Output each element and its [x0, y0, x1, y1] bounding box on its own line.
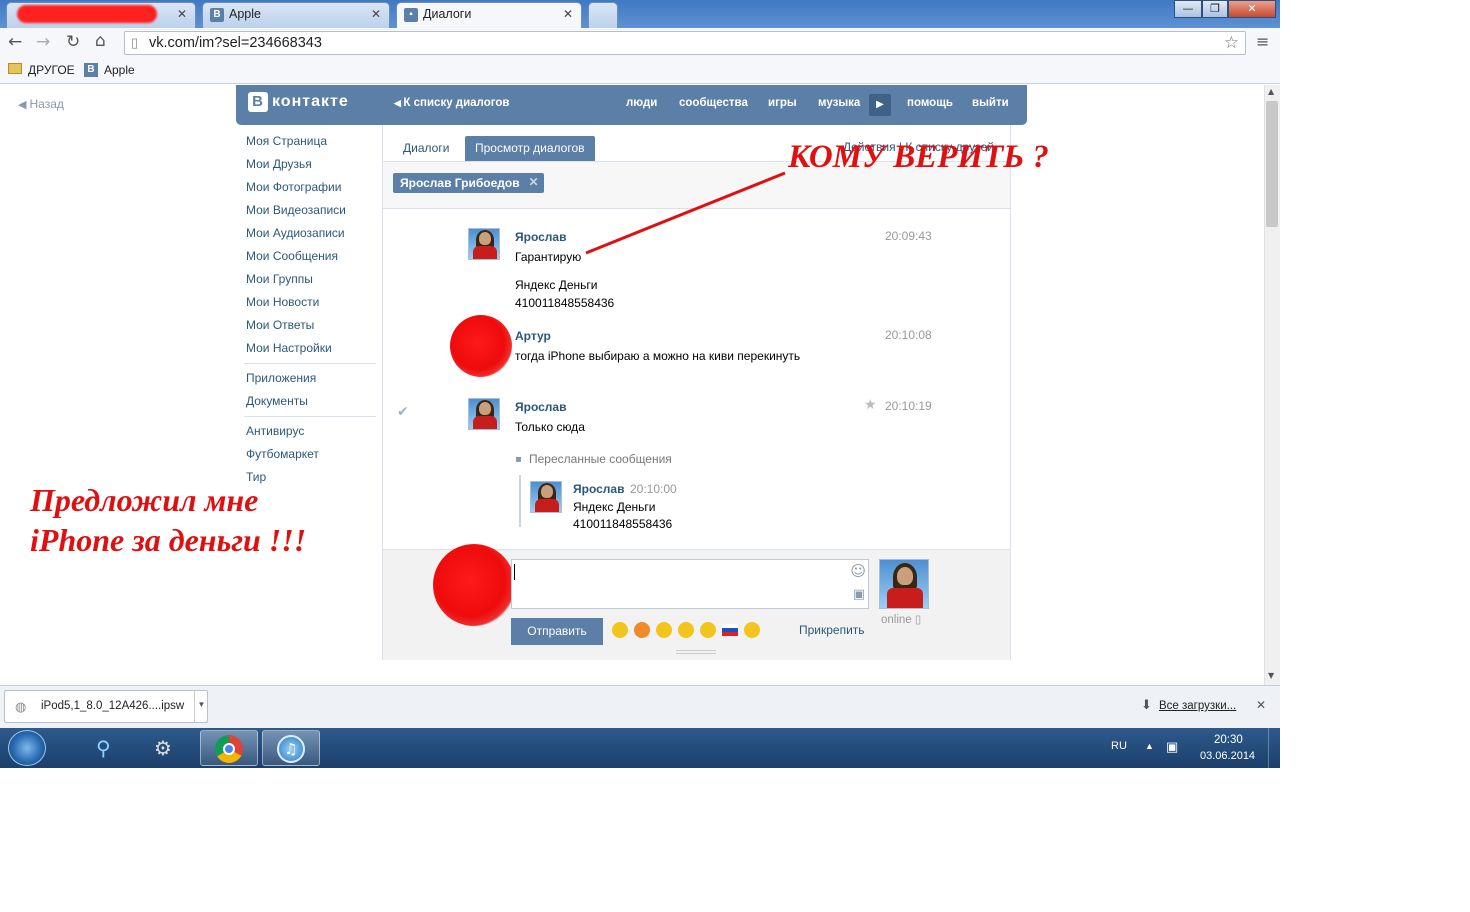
reload-icon[interactable]: ↻	[66, 32, 80, 52]
browser-tab-dialogs[interactable]: ▪ Диалоги ✕	[396, 2, 582, 28]
annotation-line	[585, 171, 786, 255]
browser-tab-strip: ✕ B Apple ✕ ▪ Диалоги ✕ — ❐ ✕	[0, 0, 1280, 28]
clock-date[interactable]: 03.06.2014	[1200, 750, 1255, 762]
annotation-left-2: iPhone за деньги !!!	[30, 522, 307, 558]
close-window-icon[interactable]: ✕	[1228, 0, 1276, 18]
chrome-icon[interactable]	[200, 730, 258, 766]
vk-favicon-icon: B	[84, 63, 98, 77]
message-favicon-icon: ▪	[404, 8, 418, 22]
browser-tab-1[interactable]: ✕	[6, 2, 196, 28]
menu-icon[interactable]: ≡	[1256, 32, 1269, 51]
home-icon[interactable]: ⌂	[95, 31, 106, 51]
browser-tab-apple[interactable]: B Apple ✕	[202, 2, 390, 28]
dropdown-arrow-icon[interactable]: ▼	[194, 691, 208, 722]
all-downloads-link[interactable]: Все загрузки...	[1159, 700, 1236, 712]
web-page: ◀ Назад Вконтакте ◀ К списку диалогов лю…	[0, 85, 1264, 685]
file-icon: ◍	[15, 699, 27, 714]
network-app-icon[interactable]: ⚲	[76, 730, 134, 766]
windows-taskbar: ⚲ ⚙ ♫ RU ▲ ▣ 20:30 03.06.2014	[0, 728, 1280, 768]
bookmark-other[interactable]: ДРУГОЕ	[28, 63, 75, 77]
maximize-icon[interactable]: ❐	[1202, 0, 1228, 18]
bookmark-apple[interactable]: Apple	[104, 63, 135, 77]
red-scribble	[17, 5, 157, 23]
annotation-top: КОМУ ВЕРИТЬ ?	[788, 139, 1049, 175]
vk-favicon-icon: B	[210, 8, 224, 22]
clock-time[interactable]: 20:30	[1214, 734, 1243, 746]
download-icon: ⬇	[1141, 698, 1152, 713]
usb-tool-icon[interactable]: ⚙	[138, 730, 196, 766]
annotation-left-1: Предложил мне	[30, 482, 259, 518]
start-button-icon[interactable]	[8, 730, 46, 766]
back-arrow-icon[interactable]: ←	[8, 32, 22, 52]
new-tab-button[interactable]	[588, 2, 618, 28]
download-item[interactable]: ◍ iPod5,1_8.0_12A426....ipsw ▼	[4, 690, 208, 723]
itunes-icon[interactable]: ♫	[262, 730, 320, 766]
close-downloads-icon[interactable]: ✕	[1256, 698, 1266, 712]
close-tab-icon[interactable]: ✕	[563, 7, 573, 21]
forward-arrow-icon[interactable]: →	[36, 32, 50, 52]
show-desktop-button[interactable]	[1268, 728, 1280, 768]
network-tray-icon[interactable]: ▣	[1166, 739, 1178, 755]
downloads-bar: ◍ iPod5,1_8.0_12A426....ipsw ▼ ⬇ Все заг…	[0, 685, 1280, 728]
close-tab-icon[interactable]: ✕	[177, 7, 187, 21]
star-bookmark-icon[interactable]: ☆	[1224, 33, 1239, 53]
url-text: vk.com/im?sel=234668343	[149, 35, 322, 51]
page-icon: ▯	[131, 35, 139, 50]
tray-expand-icon[interactable]: ▲	[1145, 741, 1154, 751]
language-indicator[interactable]: RU	[1111, 740, 1127, 752]
folder-icon	[8, 63, 22, 74]
bookmarks-bar: ДРУГОЕ B Apple	[0, 58, 1280, 84]
address-bar[interactable]: ▯ vk.com/im?sel=234668343 ☆	[124, 31, 1246, 55]
scroll-up-icon[interactable]: ▲	[1268, 87, 1274, 96]
close-tab-icon[interactable]: ✕	[371, 7, 381, 21]
scroll-down-icon[interactable]: ▼	[1268, 671, 1274, 680]
scrollbar-thumb[interactable]	[1266, 101, 1278, 227]
minimize-icon[interactable]: —	[1174, 0, 1202, 18]
